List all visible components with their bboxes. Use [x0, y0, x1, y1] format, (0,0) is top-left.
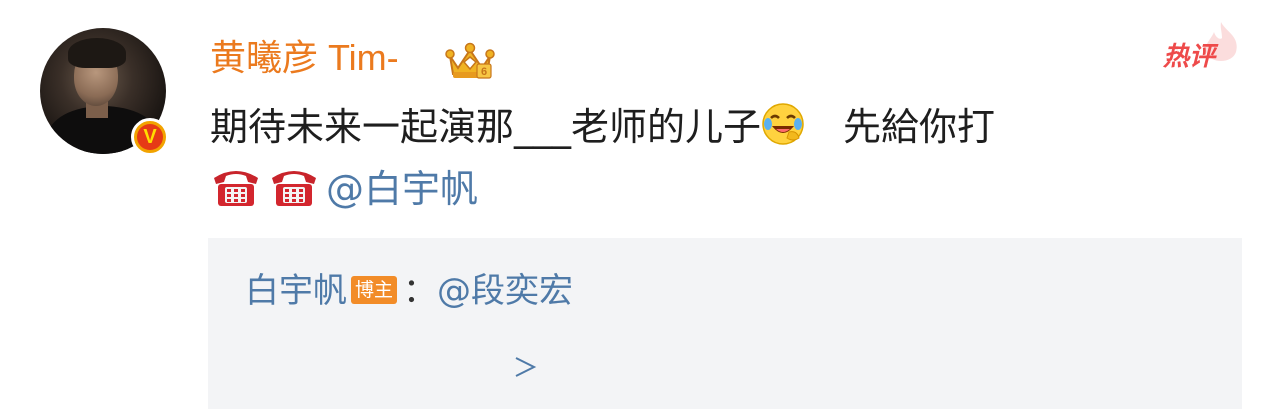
- verified-v-icon: V: [131, 118, 169, 156]
- crown-badge-icon[interactable]: 6: [444, 38, 496, 82]
- svg-text:6: 6: [481, 66, 487, 78]
- telephone-emoji: [272, 171, 316, 206]
- comment-text: 期待未来一起演那___老师的儿子 先給你打 @白宇帆: [210, 96, 1250, 220]
- blogger-badge: 博主: [351, 276, 398, 304]
- quoted-reply[interactable]: 白宇帆 博主 ：@段奕宏: [208, 238, 1242, 409]
- username[interactable]: 黄曦彦 Tim-: [210, 36, 399, 80]
- mention-link[interactable]: @白宇帆: [326, 167, 478, 211]
- quoted-mention-link[interactable]: @段奕宏: [437, 271, 573, 311]
- quoted-reply-text: 白宇帆 博主 ：@段奕宏: [245, 268, 573, 314]
- avatar[interactable]: V: [40, 28, 170, 158]
- laugh-cry-emoji: [762, 103, 804, 145]
- telephone-emoji: [214, 171, 258, 206]
- more-replies-arrow-icon[interactable]: [218, 350, 538, 380]
- quote-colon: ：: [403, 271, 438, 311]
- hot-comment-tag: 热评: [1163, 42, 1216, 72]
- comment-text-line1: 期待未来一起演那___老师的儿子: [210, 105, 762, 149]
- comment-text-line1-end: 先給你打: [843, 105, 996, 149]
- quoted-author-link[interactable]: 白宇帆: [245, 271, 347, 311]
